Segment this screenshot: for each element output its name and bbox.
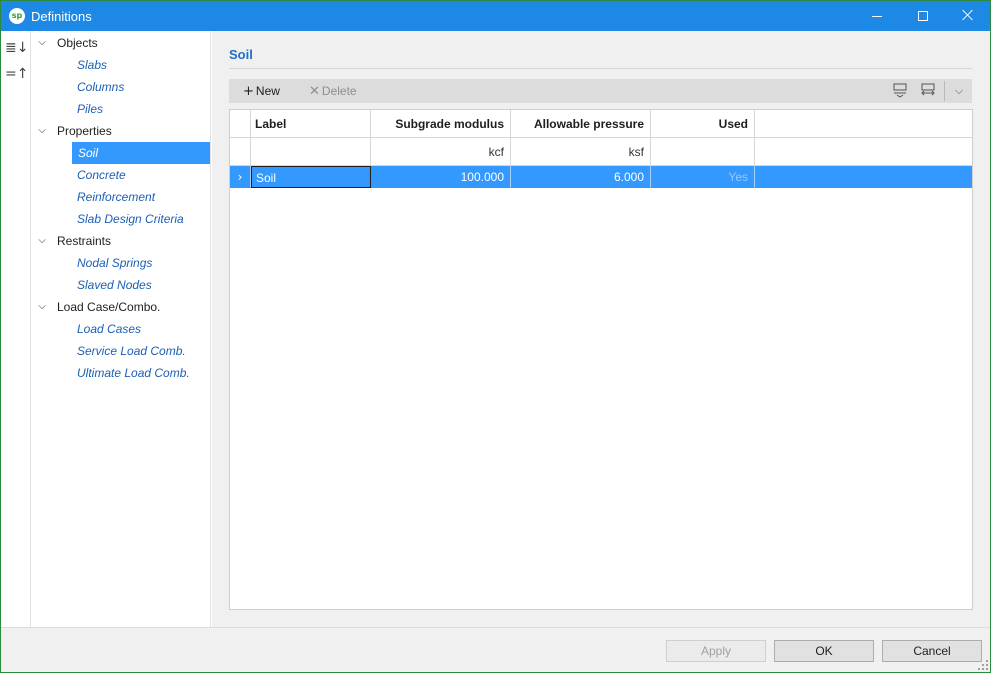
chevron-down-icon[interactable]: ⌵ bbox=[36, 32, 48, 54]
tree-item-piles[interactable]: Piles bbox=[32, 98, 210, 120]
units-used bbox=[651, 138, 755, 166]
column-header-label[interactable]: Label bbox=[251, 110, 371, 138]
tree-group-load-case-combo[interactable]: ⌵ Load Case/Combo. bbox=[32, 296, 210, 318]
column-header-used[interactable]: Used bbox=[651, 110, 755, 138]
close-icon: ✕ bbox=[309, 84, 320, 99]
tree-item-label: Nodal Springs bbox=[77, 256, 153, 270]
chevron-down-icon[interactable]: ⌵ bbox=[36, 230, 48, 252]
swap-rows-icon[interactable] bbox=[919, 82, 937, 100]
cancel-button[interactable]: Cancel bbox=[882, 640, 982, 662]
tree-item-label: Ultimate Load Comb. bbox=[77, 366, 190, 380]
tree-item-columns[interactable]: Columns bbox=[32, 76, 210, 98]
column-header-filler bbox=[755, 110, 972, 138]
units-label bbox=[251, 138, 371, 166]
chevron-down-icon[interactable]: ⌵ bbox=[36, 120, 48, 142]
close-icon bbox=[962, 9, 974, 21]
units-filler bbox=[755, 138, 972, 166]
section-title: Soil bbox=[229, 47, 253, 62]
maximize-button[interactable] bbox=[900, 1, 946, 31]
tree-item-label: Columns bbox=[77, 80, 125, 94]
delete-button-label: Delete bbox=[321, 84, 357, 98]
column-header-subgrade-modulus[interactable]: Subgrade modulus bbox=[371, 110, 511, 138]
cell-label[interactable]: Soil bbox=[251, 166, 371, 188]
tree-item-service-load-comb[interactable]: Service Load Comb. bbox=[32, 340, 210, 362]
section-divider bbox=[229, 68, 972, 69]
row-indicator-icon[interactable]: › bbox=[230, 166, 251, 188]
new-button-label: New bbox=[255, 84, 280, 98]
toolbar-separator bbox=[944, 81, 945, 101]
minimize-button[interactable] bbox=[854, 1, 900, 31]
chevron-down-icon[interactable]: ⌵ bbox=[950, 82, 968, 100]
new-button[interactable]: + New bbox=[243, 79, 280, 103]
cell-allowable-pressure[interactable]: 6.000 bbox=[511, 166, 651, 188]
tree-item-slabs[interactable]: Slabs bbox=[32, 54, 210, 76]
tree-group-properties[interactable]: ⌵ Properties bbox=[32, 120, 210, 142]
tree-item-label: Slab Design Criteria bbox=[77, 212, 184, 226]
tree-group-label: Objects bbox=[57, 36, 98, 50]
apply-button[interactable]: Apply bbox=[666, 640, 766, 662]
minimize-icon bbox=[872, 16, 882, 17]
row-filler[interactable] bbox=[755, 166, 972, 188]
tree-item-reinforcement[interactable]: Reinforcement bbox=[32, 186, 210, 208]
tree-group-label: Restraints bbox=[57, 234, 112, 248]
tree-group-objects[interactable]: ⌵ Objects bbox=[32, 32, 210, 54]
delete-button[interactable]: ✕ Delete bbox=[309, 79, 357, 103]
dialog-footer: Apply OK Cancel bbox=[1, 627, 990, 672]
plus-icon: + bbox=[243, 84, 254, 99]
soil-grid: Label Subgrade modulus Allowable pressur… bbox=[229, 109, 973, 610]
tree-group-restraints[interactable]: ⌵ Restraints bbox=[32, 230, 210, 252]
tree-item-label: Reinforcement bbox=[77, 190, 156, 204]
tree-item-slab-design-criteria[interactable]: Slab Design Criteria bbox=[32, 208, 210, 230]
units-row-header bbox=[230, 138, 251, 166]
ok-button[interactable]: OK bbox=[774, 640, 874, 662]
collapse-all-icon[interactable]: =↑ bbox=[5, 64, 28, 84]
close-button[interactable] bbox=[945, 1, 991, 31]
cell-used: Yes bbox=[651, 166, 755, 188]
tree-item-label: Soil bbox=[78, 146, 99, 160]
tree-item-label: Concrete bbox=[77, 168, 126, 182]
cell-subgrade-modulus[interactable]: 100.000 bbox=[371, 166, 511, 188]
definitions-tree: ⌵ Objects Slabs Columns Piles ⌵ Properti… bbox=[32, 31, 211, 627]
expand-all-icon[interactable]: ≣↓ bbox=[5, 38, 28, 58]
tree-group-label: Load Case/Combo. bbox=[57, 300, 161, 314]
content-panel: Soil + New ✕ Delete ⌵ Label Subgrade modul… bbox=[212, 31, 990, 627]
app-logo-icon: sp bbox=[9, 8, 25, 24]
chevron-down-icon[interactable]: ⌵ bbox=[36, 296, 48, 318]
window-title: Definitions bbox=[31, 9, 92, 24]
tree-item-ultimate-load-comb[interactable]: Ultimate Load Comb. bbox=[32, 362, 210, 384]
row-header-corner bbox=[230, 110, 251, 138]
units-allowable-pressure: ksf bbox=[511, 138, 651, 166]
tree-item-concrete[interactable]: Concrete bbox=[32, 164, 210, 186]
column-header-allowable-pressure[interactable]: Allowable pressure bbox=[511, 110, 651, 138]
tree-item-load-cases[interactable]: Load Cases bbox=[32, 318, 210, 340]
resize-grip-icon[interactable] bbox=[978, 660, 988, 670]
title-bar[interactable]: sp Definitions bbox=[1, 1, 990, 31]
tree-item-label: Slaved Nodes bbox=[77, 278, 152, 292]
tree-item-label: Service Load Comb. bbox=[77, 344, 186, 358]
tree-item-slaved-nodes[interactable]: Slaved Nodes bbox=[32, 274, 210, 296]
units-subgrade-modulus: kcf bbox=[371, 138, 511, 166]
tree-item-label: Piles bbox=[77, 102, 104, 116]
definitions-window: sp Definitions ≣↓ =↑ ⌵ Objects Slabs Col… bbox=[0, 0, 991, 673]
tree-item-label: Slabs bbox=[77, 58, 108, 72]
insert-row-icon[interactable] bbox=[891, 82, 909, 100]
tree-group-label: Properties bbox=[57, 124, 112, 138]
maximize-icon bbox=[918, 11, 928, 21]
tree-item-nodal-springs[interactable]: Nodal Springs bbox=[32, 252, 210, 274]
tree-tools-rail: ≣↓ =↑ bbox=[1, 31, 31, 627]
tree-item-soil[interactable]: Soil bbox=[32, 142, 210, 164]
grid-toolbar: + New ✕ Delete ⌵ bbox=[229, 79, 972, 103]
tree-item-label: Load Cases bbox=[77, 322, 142, 336]
